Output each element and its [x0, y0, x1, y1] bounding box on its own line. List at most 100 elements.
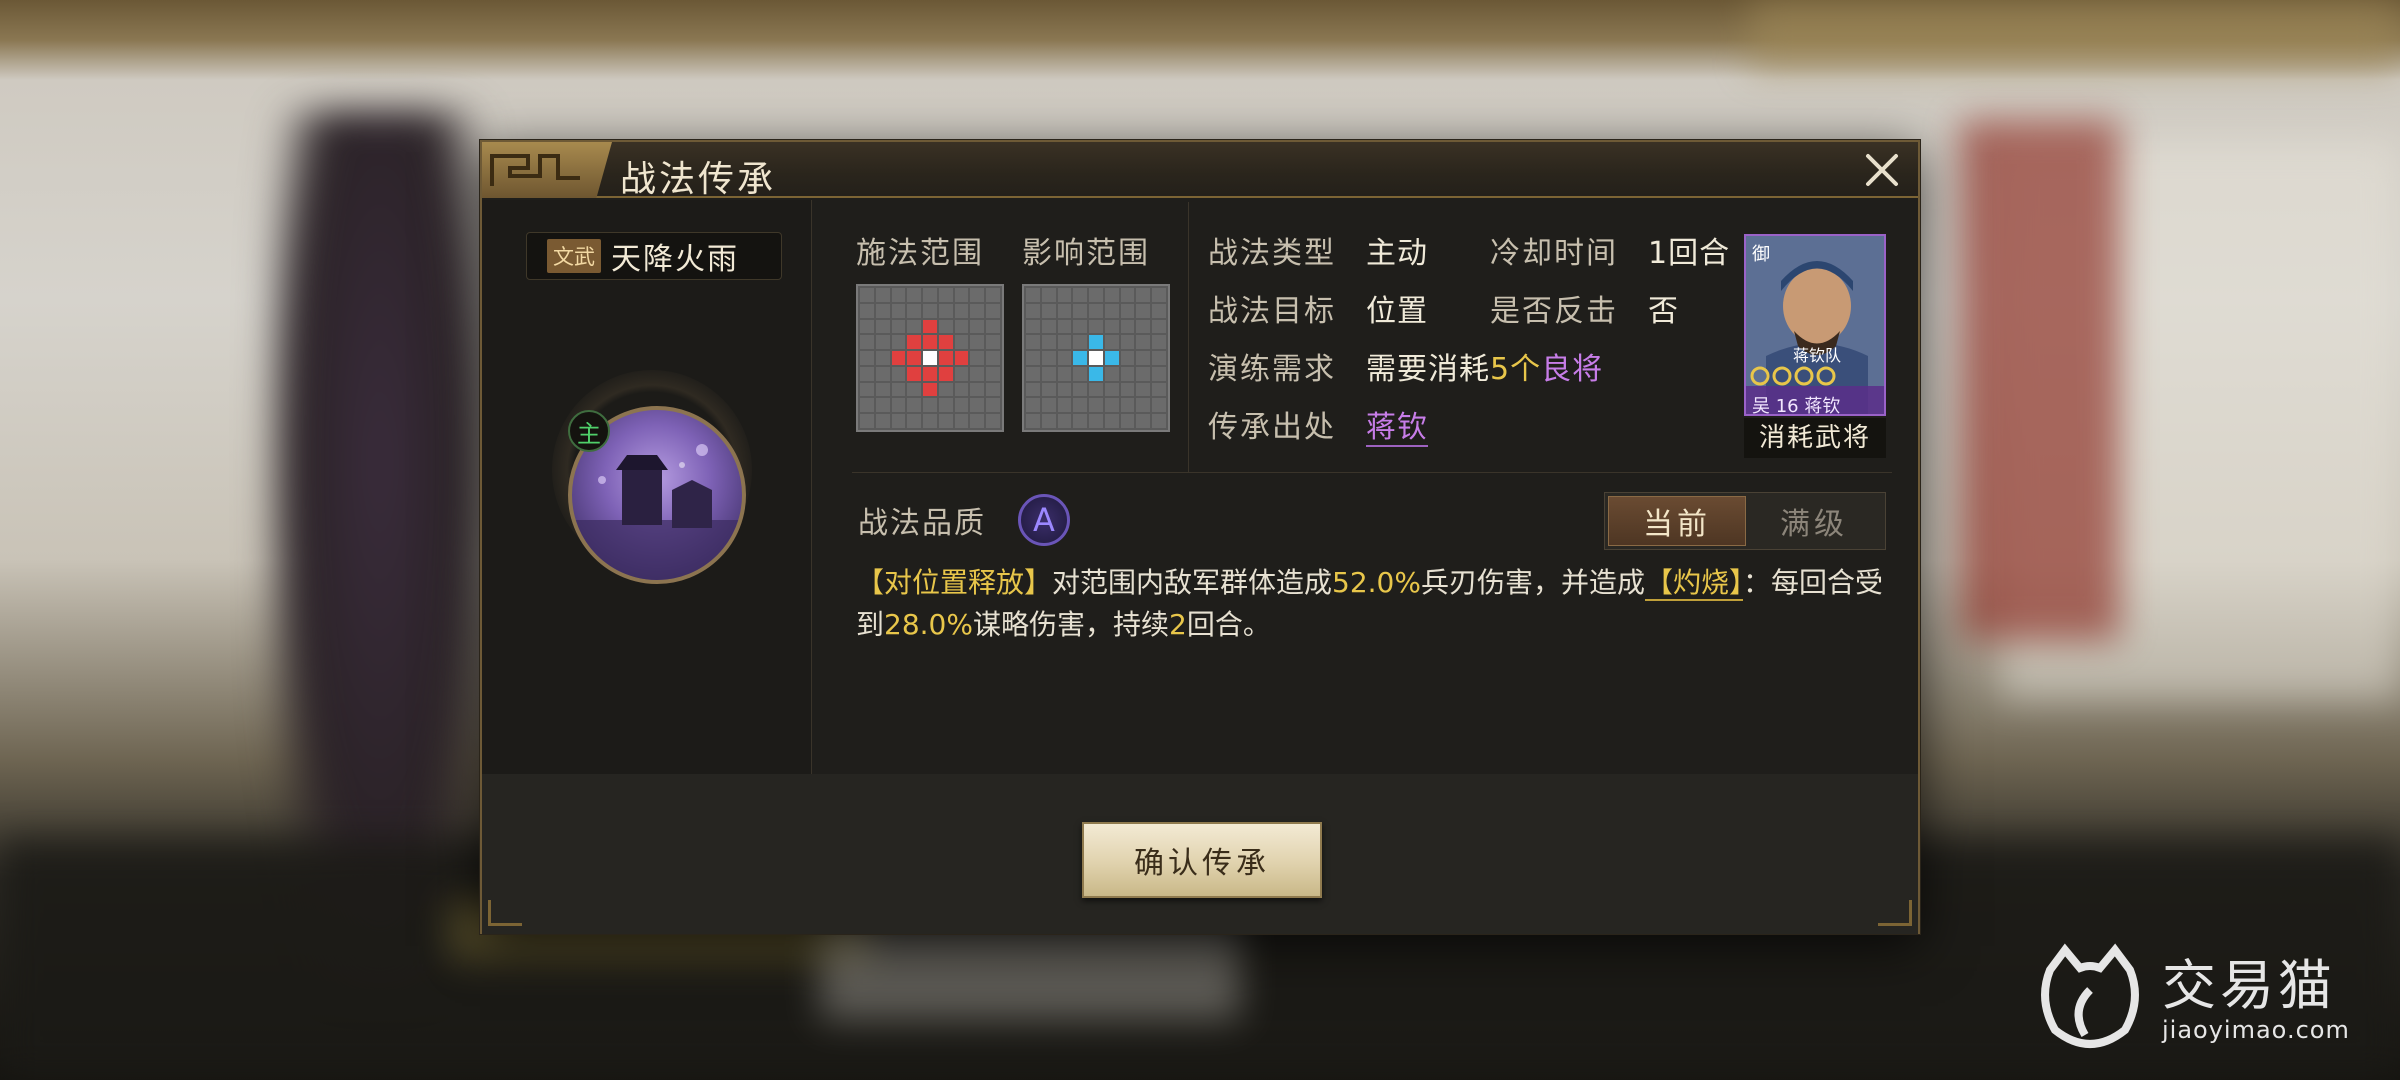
desc-trigger: 【对位置释放】	[856, 566, 1053, 599]
grid-cell	[891, 303, 906, 318]
train-prefix: 需要消耗	[1366, 352, 1490, 387]
grid-cell	[970, 382, 985, 397]
grid-cell	[1057, 288, 1072, 302]
grid-cell	[970, 335, 985, 350]
grid-cell	[875, 398, 890, 413]
grid-cell	[1089, 335, 1103, 350]
general-team-name: 蒋钦队	[1792, 346, 1841, 365]
grid-cell	[1120, 335, 1135, 350]
desc-text: 兵刃伤害，并造成	[1420, 566, 1645, 599]
grid-cell	[1026, 382, 1040, 397]
general-troop-type: 御	[1752, 244, 1770, 265]
grid-cell	[1152, 319, 1166, 334]
grid-cell	[860, 414, 874, 428]
desc-status-link[interactable]: 【灼烧】	[1645, 566, 1744, 601]
grid-cell	[1089, 351, 1103, 365]
grid-cell	[970, 414, 985, 428]
grid-cell	[1041, 366, 1056, 381]
grid-cell	[891, 366, 906, 381]
grid-cell	[875, 319, 890, 334]
grid-cell	[1026, 366, 1040, 381]
grid-cell	[954, 382, 969, 397]
desc-text: 谋略伤害，持续	[972, 608, 1169, 641]
corner-ornament	[1878, 900, 1912, 926]
grid-cell	[907, 366, 922, 381]
grid-cell	[986, 319, 1000, 334]
grid-cell	[1089, 288, 1103, 302]
grid-cell	[1136, 414, 1151, 428]
grid-cell	[1026, 335, 1040, 350]
grid-cell	[1136, 398, 1151, 413]
grid-cell	[923, 414, 937, 428]
skill-left-panel: 文武 天降火雨 主	[482, 200, 812, 774]
grid-cell	[875, 303, 890, 318]
grid-cell	[1073, 288, 1088, 302]
counter-label: 是否反击	[1490, 294, 1618, 329]
consume-general-caption: 消耗武将	[1744, 418, 1886, 458]
general-portrait-card[interactable]: 御 蒋钦队 吴 16 蒋钦	[1744, 234, 1886, 416]
grid-cell	[860, 288, 874, 302]
grid-cell	[986, 366, 1000, 381]
source-value-wrap: 蒋钦	[1366, 402, 1428, 447]
grid-cell	[923, 319, 937, 334]
grid-cell	[1057, 303, 1072, 318]
grid-cell	[875, 351, 890, 365]
grid-cell	[907, 319, 922, 334]
grid-cell	[970, 398, 985, 413]
cooldown-label: 冷却时间	[1490, 236, 1618, 271]
source-label: 传承出处	[1208, 410, 1336, 445]
grid-cell	[875, 414, 890, 428]
grid-cell	[1152, 414, 1166, 428]
grid-cell	[986, 303, 1000, 318]
watermark-cn: 交易猫	[2162, 954, 2336, 1017]
skill-name: 天降火雨	[611, 242, 739, 277]
confirm-inherit-button[interactable]: 确认传承	[1082, 822, 1322, 898]
grid-cell	[1041, 288, 1056, 302]
grid-cell	[1057, 414, 1072, 428]
grid-cell	[860, 398, 874, 413]
grid-cell	[1057, 366, 1072, 381]
skill-category-badge: 文武	[547, 239, 601, 273]
grid-cell	[1089, 382, 1103, 397]
grid-cell	[923, 398, 937, 413]
grid-cell	[1073, 398, 1088, 413]
grid-cell	[1104, 398, 1119, 413]
grid-cell	[891, 382, 906, 397]
train-requirement-value: 需要消耗5个良将	[1366, 344, 1603, 388]
grid-cell	[938, 366, 953, 381]
title-bar: 战法传承	[482, 142, 1918, 200]
grid-cell	[923, 366, 937, 381]
grid-cell	[1057, 335, 1072, 350]
grid-cell	[907, 335, 922, 350]
counter-value: 否	[1648, 294, 1679, 329]
grid-cell	[1104, 351, 1119, 365]
grid-cell	[1073, 319, 1088, 334]
grid-cell	[1041, 351, 1056, 365]
desc-damage-rate: 52.0%	[1332, 566, 1421, 599]
source-general-link[interactable]: 蒋钦	[1366, 410, 1428, 447]
cast-range-grid	[856, 284, 1004, 432]
grid-cell	[923, 351, 937, 365]
grid-cell	[954, 319, 969, 334]
grid-cell	[1120, 382, 1135, 397]
skill-quality-grade: A	[1018, 494, 1070, 546]
grid-cell	[891, 288, 906, 302]
grid-cell	[907, 382, 922, 397]
grid-cell	[875, 382, 890, 397]
tab-max-level[interactable]: 满级	[1746, 496, 1882, 546]
grid-cell	[1120, 351, 1135, 365]
grid-cell	[938, 382, 953, 397]
grid-cell	[1026, 414, 1040, 428]
train-requirement-label: 演练需求	[1208, 352, 1336, 387]
grid-cell	[891, 414, 906, 428]
general-faction-cost-name: 吴 16 蒋钦	[1752, 396, 1841, 416]
tab-current[interactable]: 当前	[1608, 496, 1746, 546]
grid-cell	[1120, 303, 1135, 318]
grid-cell	[1041, 319, 1056, 334]
grid-cell	[954, 366, 969, 381]
grid-cell	[970, 303, 985, 318]
grid-cell	[938, 351, 953, 365]
train-count: 5个	[1490, 352, 1542, 387]
close-button[interactable]	[1860, 148, 1904, 192]
grid-cell	[891, 319, 906, 334]
